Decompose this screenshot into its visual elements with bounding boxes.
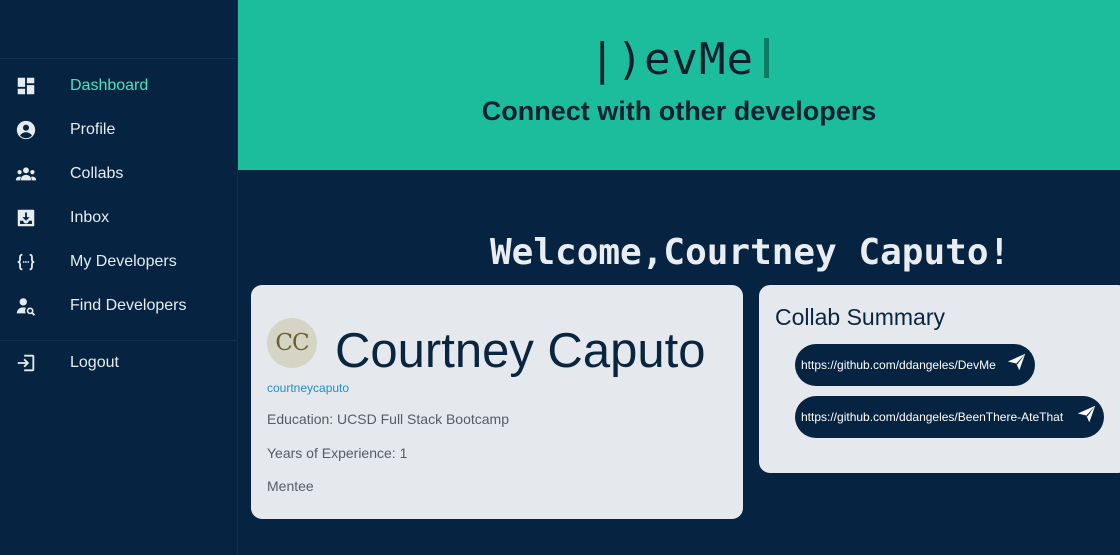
sidebar-item-label: My Developers [70, 253, 177, 270]
logo-text: |)evMe [589, 34, 754, 85]
username-link[interactable]: courtneycaputo [267, 381, 349, 395]
collab-link-url: https://github.com/ddangeles/DevMe [801, 358, 996, 372]
sidebar-item-inbox[interactable]: Inbox [0, 198, 237, 238]
dashboard-icon [15, 75, 37, 97]
sidebar-item-label: Profile [70, 121, 116, 138]
send-icon[interactable] [1076, 403, 1098, 425]
tagline: Connect with other developers [481, 96, 877, 126]
cursor-caret [763, 38, 769, 78]
welcome-heading: Welcome,Courtney Caputo! [490, 232, 1011, 273]
app-logo: |)evMe [238, 34, 1120, 85]
sidebar-item-dashboard[interactable]: Dashboard [0, 66, 237, 106]
logout-icon [15, 352, 37, 374]
profile-name: Courtney Caputo [335, 324, 706, 378]
inbox-icon [15, 207, 37, 229]
sidebar-divider [0, 340, 237, 341]
sidebar-item-profile[interactable]: Profile [0, 110, 237, 150]
sidebar-item-label: Collabs [70, 165, 124, 182]
sidebar: Dashboard Profile Collabs Inbox My Devel… [0, 0, 238, 555]
person-search-icon [15, 295, 37, 317]
sidebar-item-label: Logout [70, 354, 119, 371]
role-text: Mentee [267, 478, 314, 494]
sidebar-item-collabs[interactable]: Collabs [0, 154, 237, 194]
sidebar-item-my-developers[interactable]: My Developers [0, 242, 237, 282]
sidebar-item-label: Inbox [70, 209, 110, 226]
group-icon [15, 163, 37, 185]
experience-text: Years of Experience: 1 [267, 445, 408, 461]
sidebar-item-label: Find Developers [70, 297, 187, 314]
profile-icon [15, 119, 37, 141]
code-braces-icon [15, 251, 37, 273]
sidebar-item-label: Dashboard [70, 77, 149, 94]
header-banner: |)evMe Connect with other developers [238, 0, 1120, 170]
send-icon[interactable] [1006, 351, 1028, 373]
sidebar-divider [0, 58, 237, 59]
profile-card: CC Courtney Caputo courtneycaputo Educat… [251, 285, 743, 519]
collab-link-url: https://github.com/ddangeles/BeenThere-A… [801, 410, 1064, 424]
collab-link[interactable]: https://github.com/ddangeles/DevMe [795, 344, 1035, 386]
sidebar-item-find-developers[interactable]: Find Developers [0, 286, 237, 326]
avatar: CC [267, 318, 317, 368]
sidebar-item-logout[interactable]: Logout [0, 343, 237, 383]
collab-summary-title: Collab Summary [775, 304, 945, 330]
collab-summary-card: Collab Summary https://github.com/ddange… [759, 285, 1120, 473]
collab-link[interactable]: https://github.com/ddangeles/BeenThere-A… [795, 396, 1104, 438]
education-text: Education: UCSD Full Stack Bootcamp [267, 411, 509, 427]
